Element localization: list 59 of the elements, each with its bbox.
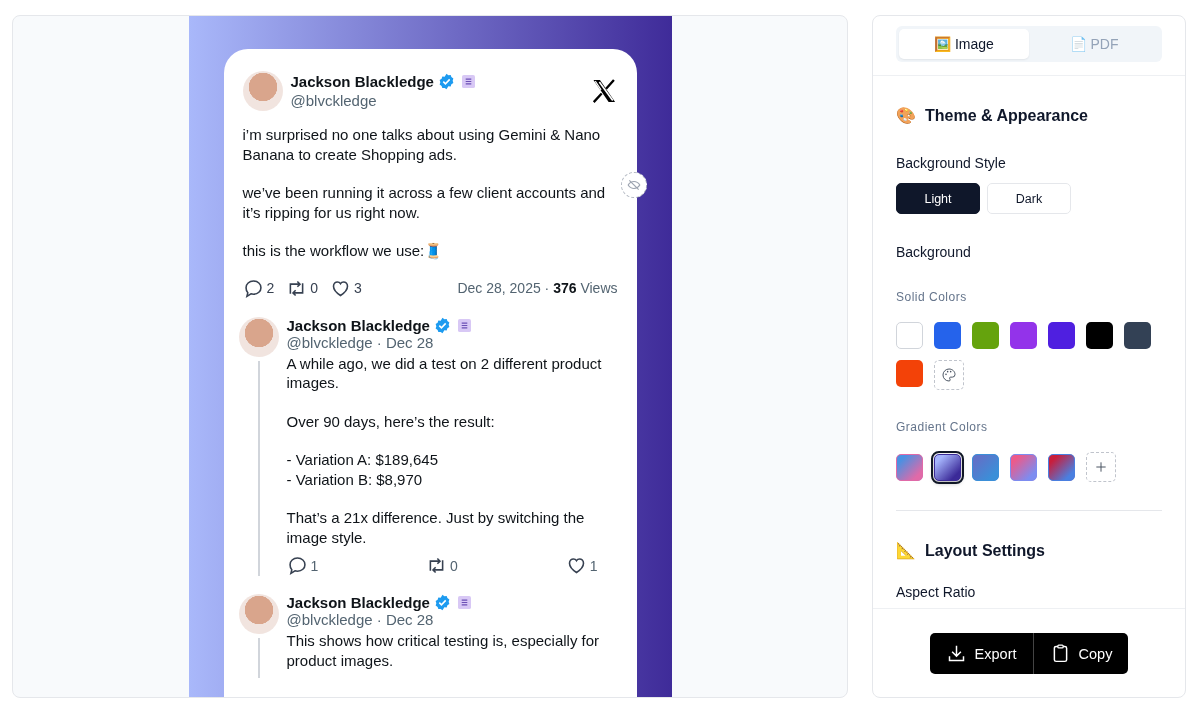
tweet-text: Over 90 days, here’s the result:: [286, 411, 496, 431]
tweet-date-views: Dec 28, 2025 · 376 Views: [457, 280, 618, 296]
author-name: Jackson Blackledge: [286, 594, 430, 611]
avatar: [242, 71, 283, 111]
group-label: Solid Colors: [896, 290, 968, 304]
repost-count: 0: [450, 557, 458, 574]
color-swatch[interactable]: [934, 322, 961, 349]
verified-badge-icon: [433, 316, 451, 334]
tweet-text: i’m surprised no one talks about using Gemini & Nano Banana to create Shopping ads.: [242, 125, 602, 164]
label-badge-icon: [461, 75, 475, 88]
style-option[interactable]: Dark: [987, 183, 1071, 214]
color-swatch[interactable]: [1010, 322, 1037, 349]
tweet-text: That’s a 21x difference. Just by switching the image style.: [286, 508, 586, 547]
triangle-ruler-emoji-icon: 📐: [896, 541, 916, 560]
color-swatch[interactable]: [896, 360, 923, 387]
tweet-text: we’ve been running it across a few client accounts and it’s ripping for us right now.: [242, 183, 607, 222]
gradient-swatch[interactable]: [1010, 453, 1037, 481]
verified-badge-icon: [433, 594, 451, 611]
gradient-swatch[interactable]: [1048, 453, 1075, 481]
tweet-text: - Variation A: $189,645 - Variation B: $8,970: [286, 450, 439, 489]
palette-icon[interactable]: [934, 360, 964, 390]
copy-button[interactable]: Copy: [1033, 633, 1129, 674]
gradient-swatch[interactable]: [972, 453, 999, 481]
tweet-text: A while ago, we did a test on 2 different product images.: [286, 353, 603, 393]
field-label: Background: [896, 244, 972, 260]
avatar: [238, 594, 279, 634]
reply-count: 1: [310, 557, 319, 574]
field-label: Aspect Ratio: [896, 584, 977, 600]
user-handle: @blvckledge · Dec 28: [286, 611, 434, 628]
color-swatch[interactable]: [1124, 322, 1151, 349]
color-swatch[interactable]: [896, 322, 923, 349]
reply-icon[interactable]: [242, 277, 264, 299]
like-count: 3: [354, 280, 362, 296]
style-option[interactable]: Light: [896, 183, 980, 214]
section-title: Layout Settings: [925, 541, 1045, 560]
repost-count: 0: [310, 280, 319, 296]
tweet-text: This shows how critical testing is, especially for product images.: [286, 631, 601, 670]
label-badge-icon: [457, 318, 471, 332]
like-count: 1: [589, 557, 598, 574]
author-name: Jackson Blackledge: [286, 316, 430, 334]
user-handle: @blvckledge · Dec 28: [286, 333, 434, 351]
color-swatch[interactable]: [1048, 322, 1075, 349]
format-tab[interactable]: 🖼 Image: [899, 29, 1029, 59]
label-badge-icon: [457, 596, 471, 609]
reply-count: 2: [266, 280, 275, 296]
color-swatch[interactable]: [1086, 322, 1113, 349]
user-handle: @blvckledge: [290, 92, 378, 109]
gradient-swatch[interactable]: [934, 453, 961, 481]
gradient-swatch[interactable]: [896, 453, 923, 481]
author-name: Jackson Blackledge: [290, 73, 434, 90]
verified-badge-icon: [437, 73, 455, 90]
reply-icon[interactable]: [286, 555, 308, 576]
export-button[interactable]: Export: [929, 633, 1034, 674]
section-title: Theme & Appearance: [925, 106, 1088, 125]
color-swatch[interactable]: [972, 322, 999, 349]
field-label: Background Style: [896, 155, 1007, 171]
palette-emoji-icon: 🎨: [896, 106, 916, 125]
tweet-text: this is the workflow we use:🧵: [242, 241, 445, 261]
group-label: Gradient Colors: [896, 420, 989, 434]
